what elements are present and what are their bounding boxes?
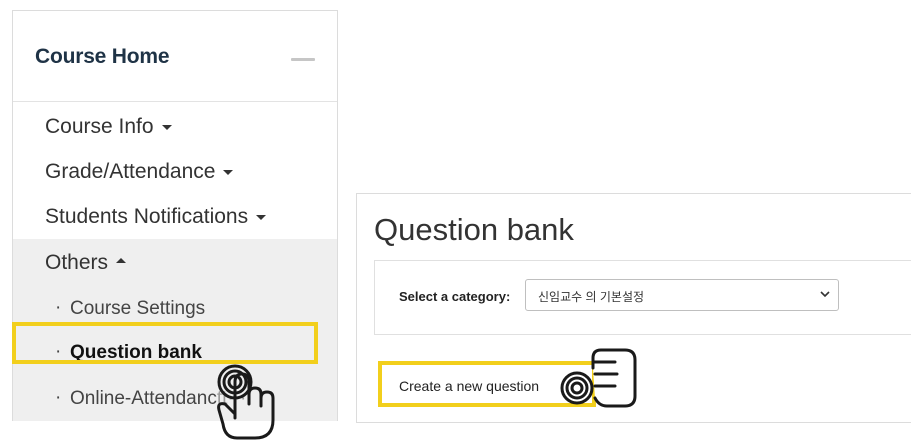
sidebar-item-course-info[interactable]: Course Info [13, 107, 337, 149]
select-chevron-icon [820, 291, 830, 298]
sidebar-item-label: Grade/Attendance [45, 160, 216, 183]
sidebar-title: Course Home [35, 45, 170, 68]
sidebar-item-label: Students Notifications [45, 205, 249, 228]
pointing-hand-icon [560, 348, 637, 408]
pointing-hand-icon [217, 364, 275, 440]
sidebar-item-label: Course Info [45, 115, 154, 138]
create-question-button[interactable]: Create a new question [399, 378, 539, 394]
category-value: 신임교수 의 기본설정 [538, 290, 645, 304]
bullet-icon: · [55, 297, 62, 318]
caret-down-icon [161, 124, 172, 130]
collapse-icon[interactable] [291, 58, 315, 61]
bullet-icon: · [55, 387, 62, 408]
sidebar-item-label: Others [45, 251, 109, 274]
page-title: Question bank [374, 212, 574, 247]
sidebar-header[interactable]: Course Home [13, 11, 337, 102]
category-box: Select a category: 신임교수 의 기본설정 [374, 260, 911, 335]
sidebar-item-students-notifications[interactable]: Students Notifications [13, 197, 337, 239]
sidebar-subitem-label: Course Settings [70, 298, 206, 319]
sidebar-item-grade-attendance[interactable]: Grade/Attendance [13, 152, 337, 194]
category-select[interactable]: 신임교수 의 기본설정 [525, 279, 839, 311]
caret-down-icon [256, 214, 267, 220]
sidebar-item-others[interactable]: Others [13, 243, 337, 285]
caret-down-icon [223, 169, 234, 175]
category-label: Select a category: [399, 289, 511, 304]
caret-up-icon [116, 257, 127, 263]
sidebar-subitem-online-attendance[interactable]: · Online-Attendanctt··· [13, 379, 337, 419]
